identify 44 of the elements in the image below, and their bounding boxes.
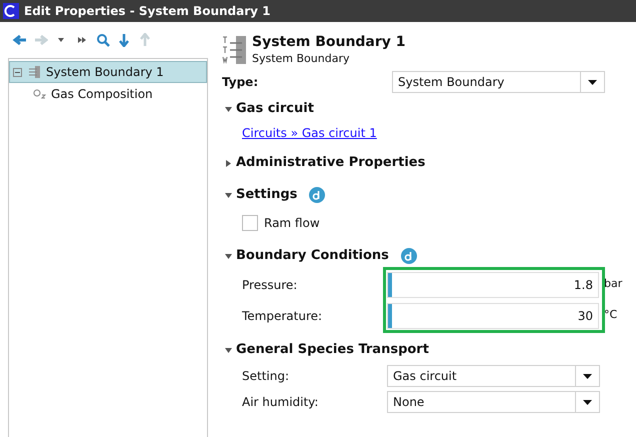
boundary-icon [26,65,42,79]
field-label: Pressure: [242,276,298,294]
info-badge-icon[interactable] [309,187,326,203]
collapse-icon[interactable] [225,106,232,112]
unit-label: °C [604,307,618,324]
collapse-icon[interactable] [225,346,232,354]
field-label: Air humidity: [242,394,320,411]
number-field[interactable]: 1.8 [387,272,599,298]
expand-icon[interactable] [225,160,232,166]
tree-item-label: System Boundary 1 [46,64,164,81]
collapse-icon[interactable] [13,68,22,76]
collapse-icon[interactable] [225,192,232,198]
item-subtitle: System Boundary [252,52,350,66]
number-field[interactable]: 30 [387,302,599,328]
down-arrow-icon[interactable] [117,33,132,47]
window-title: Edit Properties - System Boundary 1 [24,3,270,20]
field-label: Setting: [242,368,290,385]
search-icon[interactable] [96,33,111,47]
item-title: System Boundary 1 [252,34,406,52]
field-label: Type: [222,74,260,91]
app-logo-icon [3,3,19,19]
caret-icon [588,80,597,84]
tree-item[interactable]: Gas Composition [9,83,207,105]
dropdown[interactable]: Gas circuit [387,365,600,387]
molecule-icon [33,89,47,99]
section-title[interactable]: Settings [236,185,298,205]
type-dropdown[interactable]: System Boundary [392,71,605,93]
section-title[interactable]: Gas circuit [236,99,314,119]
section-title[interactable]: Boundary Conditions [236,246,389,266]
caret-icon [583,374,592,378]
checkbox[interactable] [242,214,258,230]
collapse-icon[interactable] [225,252,232,260]
section-title[interactable]: Administrative Properties [236,153,426,173]
info-badge-icon[interactable] [400,248,417,264]
checkbox-label: Ram flow [264,214,320,232]
circuit-link[interactable]: Circuits » Gas circuit 1 [242,124,377,142]
tree-item-label: Gas Composition [51,86,153,103]
field-label: Temperature: [242,308,324,324]
unit-label: bar [604,276,622,292]
caret-icon [583,400,592,404]
dropdown[interactable]: None [387,391,600,413]
section-title[interactable]: General Species Transport [236,340,429,360]
tree-item[interactable]: System Boundary 1 [9,61,207,83]
back-arrow-icon[interactable] [12,33,27,47]
